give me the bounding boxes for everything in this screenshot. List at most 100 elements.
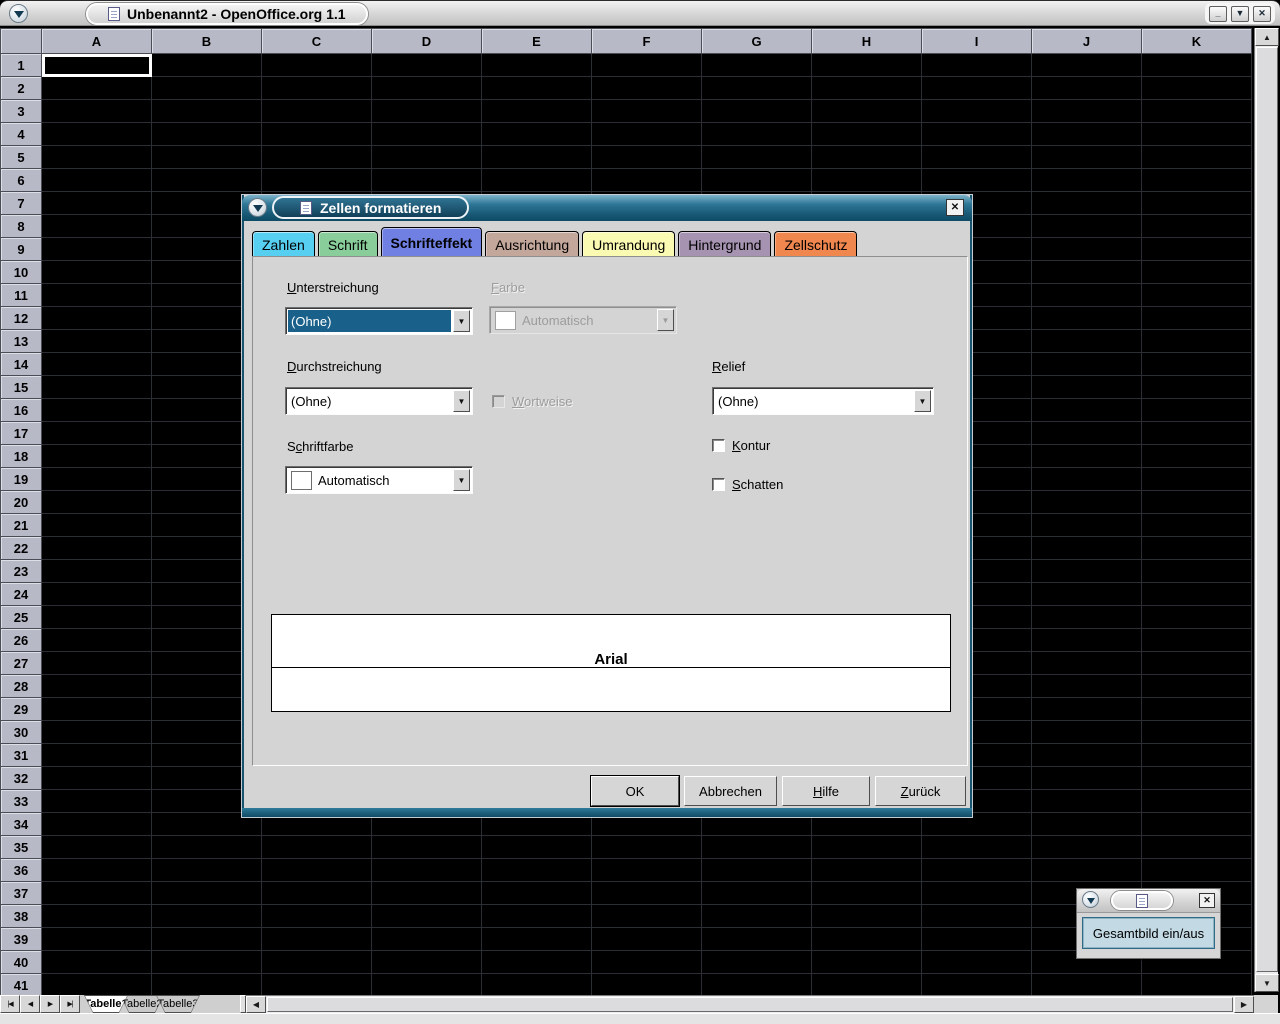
tab-umrandung[interactable]: Umrandung [582,231,675,257]
schatten-checkbox[interactable]: Schatten [712,477,783,492]
row-header-8[interactable]: 8 [0,215,42,238]
tab-ausrichtung[interactable]: Ausrichtung [485,231,579,257]
close-button[interactable]: ✕ [1253,6,1271,22]
sheet-last-button[interactable]: ▶| [60,995,80,1013]
row-header-36[interactable]: 36 [0,859,42,882]
scroll-left-button[interactable]: ◀ [246,996,266,1013]
row-header-20[interactable]: 20 [0,491,42,514]
row-header-10[interactable]: 10 [0,261,42,284]
chevron-down-icon[interactable]: ▼ [453,390,470,412]
column-header-C[interactable]: C [262,28,372,54]
select-all-corner[interactable] [0,28,42,54]
row-header-1[interactable]: 1 [0,54,42,77]
sheet-tab-tabelle1[interactable]: Tabelle1 [84,995,128,1013]
ok-button[interactable]: OK [591,776,679,806]
floating-window-titlebar[interactable]: ✕ [1077,889,1220,913]
horizontal-scrollbar-thumb[interactable] [267,997,1233,1012]
chevron-down-icon[interactable]: ▼ [453,310,470,332]
row-header-37[interactable]: 37 [0,882,42,905]
row-header-32[interactable]: 32 [0,767,42,790]
row-header-25[interactable]: 25 [0,606,42,629]
row-header-3[interactable]: 3 [0,100,42,123]
row-header-27[interactable]: 27 [0,652,42,675]
window-title-pill[interactable]: Unbenannt2 - OpenOffice.org 1.1 [86,3,368,25]
chevron-down-icon[interactable]: ▼ [914,390,931,412]
dialog-menu-button[interactable] [248,198,267,217]
row-header-34[interactable]: 34 [0,813,42,836]
zurueck-button[interactable]: Zurück [875,776,966,806]
vertical-scrollbar[interactable]: ▲ ▼ [1254,28,1278,992]
scroll-down-button[interactable]: ▼ [1255,974,1279,992]
minimize-button[interactable]: _ [1209,6,1227,22]
floating-window-close-button[interactable]: ✕ [1199,893,1215,908]
column-header-D[interactable]: D [372,28,482,54]
column-header-E[interactable]: E [482,28,592,54]
chevron-down-icon[interactable]: ▼ [453,469,470,491]
scroll-up-button[interactable]: ▲ [1255,28,1279,46]
floating-window-menu-button[interactable] [1082,891,1099,908]
row-header-19[interactable]: 19 [0,468,42,491]
tab-zahlen[interactable]: Zahlen [252,231,315,257]
row-header-6[interactable]: 6 [0,169,42,192]
sheet-tab-tabelle3[interactable]: Tabelle3 [156,995,200,1013]
row-header-24[interactable]: 24 [0,583,42,606]
row-header-14[interactable]: 14 [0,353,42,376]
row-header-5[interactable]: 5 [0,146,42,169]
dialog-titlebar[interactable]: Zellen formatieren ✕ [242,195,972,221]
row-header-9[interactable]: 9 [0,238,42,261]
column-header-K[interactable]: K [1142,28,1252,54]
tab-hintergrund[interactable]: Hintergrund [678,231,771,257]
row-header-18[interactable]: 18 [0,445,42,468]
row-header-31[interactable]: 31 [0,744,42,767]
row-header-35[interactable]: 35 [0,836,42,859]
row-header-40[interactable]: 40 [0,951,42,974]
column-header-A[interactable]: A [42,28,152,54]
row-header-16[interactable]: 16 [0,399,42,422]
row-header-17[interactable]: 17 [0,422,42,445]
vertical-scrollbar-thumb[interactable] [1256,47,1278,972]
gesamtbild-toggle-button[interactable]: Gesamtbild ein/aus [1082,917,1215,949]
hilfe-button[interactable]: Hilfe [782,776,870,806]
row-header-13[interactable]: 13 [0,330,42,353]
sheet-prev-button[interactable]: ◀ [20,995,40,1013]
relief-combobox[interactable]: (Ohne) ▼ [712,387,934,415]
row-header-28[interactable]: 28 [0,675,42,698]
dialog-close-button[interactable]: ✕ [946,199,964,216]
checkbox-icon[interactable] [712,478,725,491]
sheet-next-button[interactable]: ▶ [40,995,60,1013]
scroll-right-button[interactable]: ▶ [1234,996,1254,1013]
durchstreichung-combobox[interactable]: (Ohne) ▼ [285,387,473,415]
row-header-23[interactable]: 23 [0,560,42,583]
row-header-15[interactable]: 15 [0,376,42,399]
dialog-title-pill[interactable]: Zellen formatieren [272,196,469,219]
row-header-29[interactable]: 29 [0,698,42,721]
window-titlebar[interactable]: Unbenannt2 - OpenOffice.org 1.1 _ ▼ ✕ [0,0,1280,26]
column-header-G[interactable]: G [702,28,812,54]
row-header-4[interactable]: 4 [0,123,42,146]
row-header-26[interactable]: 26 [0,629,42,652]
checkbox-icon[interactable] [712,439,725,452]
column-header-I[interactable]: I [922,28,1032,54]
maximize-button[interactable]: ▼ [1231,6,1249,22]
tab-schrift[interactable]: Schrift [318,231,378,257]
row-header-30[interactable]: 30 [0,721,42,744]
row-header-2[interactable]: 2 [0,77,42,100]
row-header-21[interactable]: 21 [0,514,42,537]
row-header-41[interactable]: 41 [0,974,42,995]
row-header-33[interactable]: 33 [0,790,42,813]
schriftfarbe-combobox[interactable]: Automatisch ▼ [285,466,473,494]
kontur-checkbox[interactable]: Kontur [712,438,770,453]
horizontal-scrollbar[interactable]: ◀ ▶ [246,995,1254,1013]
row-header-39[interactable]: 39 [0,928,42,951]
unterstreichung-combobox[interactable]: (Ohne) ▼ [285,307,473,335]
abbrechen-button[interactable]: Abbrechen [684,776,777,806]
column-header-H[interactable]: H [812,28,922,54]
column-header-J[interactable]: J [1032,28,1142,54]
column-header-B[interactable]: B [152,28,262,54]
tab-schrifteffekt[interactable]: Schrifteffekt [381,227,483,257]
row-header-38[interactable]: 38 [0,905,42,928]
row-header-22[interactable]: 22 [0,537,42,560]
window-menu-button[interactable] [9,4,28,23]
row-header-12[interactable]: 12 [0,307,42,330]
floating-window-title-pill[interactable] [1111,891,1173,910]
